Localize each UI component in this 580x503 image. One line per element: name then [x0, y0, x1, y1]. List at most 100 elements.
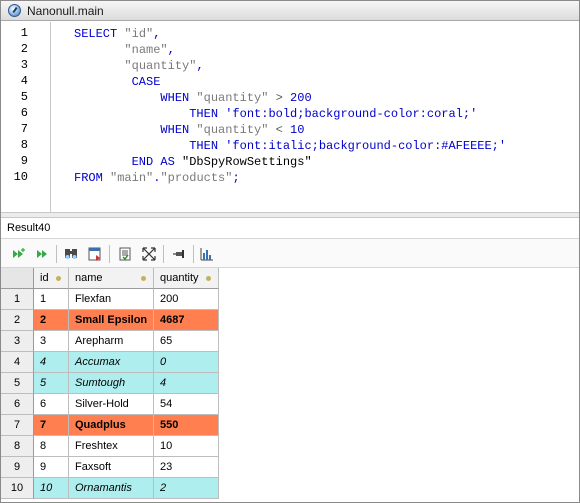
- row-number-cell[interactable]: 6: [1, 394, 34, 415]
- code-token: WHEN: [74, 91, 197, 105]
- column-header-label: id: [40, 272, 49, 284]
- row-number-cell[interactable]: 3: [1, 331, 34, 352]
- cell-id[interactable]: 5: [34, 373, 69, 394]
- row-number-cell[interactable]: 10: [1, 478, 34, 499]
- line-number: 10: [13, 170, 28, 184]
- cell-name[interactable]: Quadplus: [69, 415, 154, 436]
- sort-indicator-icon[interactable]: [56, 276, 61, 281]
- code-token: ,: [196, 59, 204, 73]
- row-number-cell[interactable]: 1: [1, 289, 34, 310]
- cell-id[interactable]: 8: [34, 436, 69, 457]
- code-token: >: [268, 91, 291, 105]
- column-header-id[interactable]: id: [34, 268, 69, 289]
- table-row[interactable]: 4 4 Accumax 0: [1, 352, 219, 373]
- cell-name[interactable]: Ornamantis: [69, 478, 154, 499]
- cell-quantity[interactable]: 200: [154, 289, 219, 310]
- sort-indicator-icon[interactable]: [206, 276, 211, 281]
- code-area[interactable]: SELECT "id", "name", "quantity", CASE WH…: [52, 22, 578, 212]
- code-token: 'font:bold;background-color:coral;': [225, 107, 478, 121]
- table-row[interactable]: 5 5 Sumtough 4: [1, 373, 219, 394]
- toolbar-separator: [163, 245, 164, 263]
- cell-name[interactable]: Silver-Hold: [69, 394, 154, 415]
- cell-quantity[interactable]: 0: [154, 352, 219, 373]
- pin-icon[interactable]: [171, 246, 187, 262]
- row-number-cell[interactable]: 5: [1, 373, 34, 394]
- code-token: "DbSpyRowSettings": [182, 155, 312, 169]
- table-row[interactable]: 10 10 Ornamantis 2: [1, 478, 219, 499]
- cell-quantity[interactable]: 23: [154, 457, 219, 478]
- table-row[interactable]: 9 9 Faxsoft 23: [1, 457, 219, 478]
- cell-id[interactable]: 10: [34, 478, 69, 499]
- cell-quantity[interactable]: 54: [154, 394, 219, 415]
- copy-icon[interactable]: [117, 246, 133, 262]
- cell-name[interactable]: Accumax: [69, 352, 154, 373]
- find-icon[interactable]: [63, 246, 79, 262]
- sql-editor[interactable]: 1 2 3 4 5 6 7 8 9 10 SELECT "id", "name", "quanti…: [1, 22, 579, 212]
- cell-quantity[interactable]: 2: [154, 478, 219, 499]
- export-icon[interactable]: [87, 246, 103, 262]
- toolbar-separator: [109, 245, 110, 263]
- cell-name[interactable]: Sumtough: [69, 373, 154, 394]
- table-row[interactable]: 7 7 Quadplus 550: [1, 415, 219, 436]
- line-number-gutter: 1 2 3 4 5 6 7 8 9 10: [1, 22, 51, 212]
- code-token: "quantity": [196, 123, 269, 137]
- code-token: SELECT: [74, 27, 125, 41]
- line-number: 3: [20, 58, 28, 72]
- code-token: "main": [110, 171, 154, 185]
- result-tab-label[interactable]: Result40: [7, 222, 50, 234]
- row-number-header[interactable]: [1, 268, 34, 289]
- row-number-cell[interactable]: 4: [1, 352, 34, 373]
- column-header-name[interactable]: name: [69, 268, 154, 289]
- table-row[interactable]: 6 6 Silver-Hold 54: [1, 394, 219, 415]
- cell-name[interactable]: Arepharm: [69, 331, 154, 352]
- window-title: Nanonull.main: [27, 4, 104, 18]
- column-header-quantity[interactable]: quantity: [154, 268, 219, 289]
- row-number-cell[interactable]: 9: [1, 457, 34, 478]
- code-token: 'font:italic;background-color:#AFEEEE;': [225, 139, 507, 153]
- cell-id[interactable]: 9: [34, 457, 69, 478]
- cell-id[interactable]: 6: [34, 394, 69, 415]
- result-toolbar: [1, 238, 579, 268]
- code-line: "quantity",: [74, 58, 204, 74]
- cell-name[interactable]: Faxsoft: [69, 457, 154, 478]
- table-row[interactable]: 2 2 Small Epsilon 4687: [1, 310, 219, 331]
- code-token: CASE: [74, 75, 161, 89]
- execute-all-icon[interactable]: [34, 246, 50, 262]
- table-row[interactable]: 3 3 Arepharm 65: [1, 331, 219, 352]
- execute-next-icon[interactable]: [10, 246, 26, 262]
- cell-name[interactable]: Flexfan: [69, 289, 154, 310]
- grid-header-row: id name quantity: [1, 268, 219, 289]
- chart-icon[interactable]: [199, 246, 215, 262]
- cell-name[interactable]: Freshtex: [69, 436, 154, 457]
- cell-quantity[interactable]: 4687: [154, 310, 219, 331]
- code-line: THEN 'font:italic;background-color:#AFEE…: [74, 138, 506, 154]
- sort-indicator-icon[interactable]: [141, 276, 146, 281]
- cell-quantity[interactable]: 550: [154, 415, 219, 436]
- cell-id[interactable]: 7: [34, 415, 69, 436]
- table-row[interactable]: 1 1 Flexfan 200: [1, 289, 219, 310]
- code-token: "id": [124, 27, 154, 41]
- cell-quantity[interactable]: 10: [154, 436, 219, 457]
- table-row[interactable]: 8 8 Freshtex 10: [1, 436, 219, 457]
- row-number-cell[interactable]: 8: [1, 436, 34, 457]
- cell-id[interactable]: 3: [34, 331, 69, 352]
- title-bar: Nanonull.main: [1, 1, 579, 21]
- code-token: <: [268, 123, 291, 137]
- code-token: ,: [153, 27, 161, 41]
- auto-size-icon[interactable]: [141, 246, 157, 262]
- row-number-cell[interactable]: 7: [1, 415, 34, 436]
- cell-id[interactable]: 1: [34, 289, 69, 310]
- row-number-cell[interactable]: 2: [1, 310, 34, 331]
- cell-quantity[interactable]: 65: [154, 331, 219, 352]
- cell-quantity[interactable]: 4: [154, 373, 219, 394]
- code-token: THEN: [74, 107, 226, 121]
- cell-name[interactable]: Small Epsilon: [69, 310, 154, 331]
- code-line: FROM "main"."products";: [74, 170, 240, 186]
- code-line: "name",: [74, 42, 174, 58]
- line-number: 1: [20, 26, 28, 40]
- result-header: Result40: [1, 218, 579, 238]
- cell-id[interactable]: 2: [34, 310, 69, 331]
- cell-id[interactable]: 4: [34, 352, 69, 373]
